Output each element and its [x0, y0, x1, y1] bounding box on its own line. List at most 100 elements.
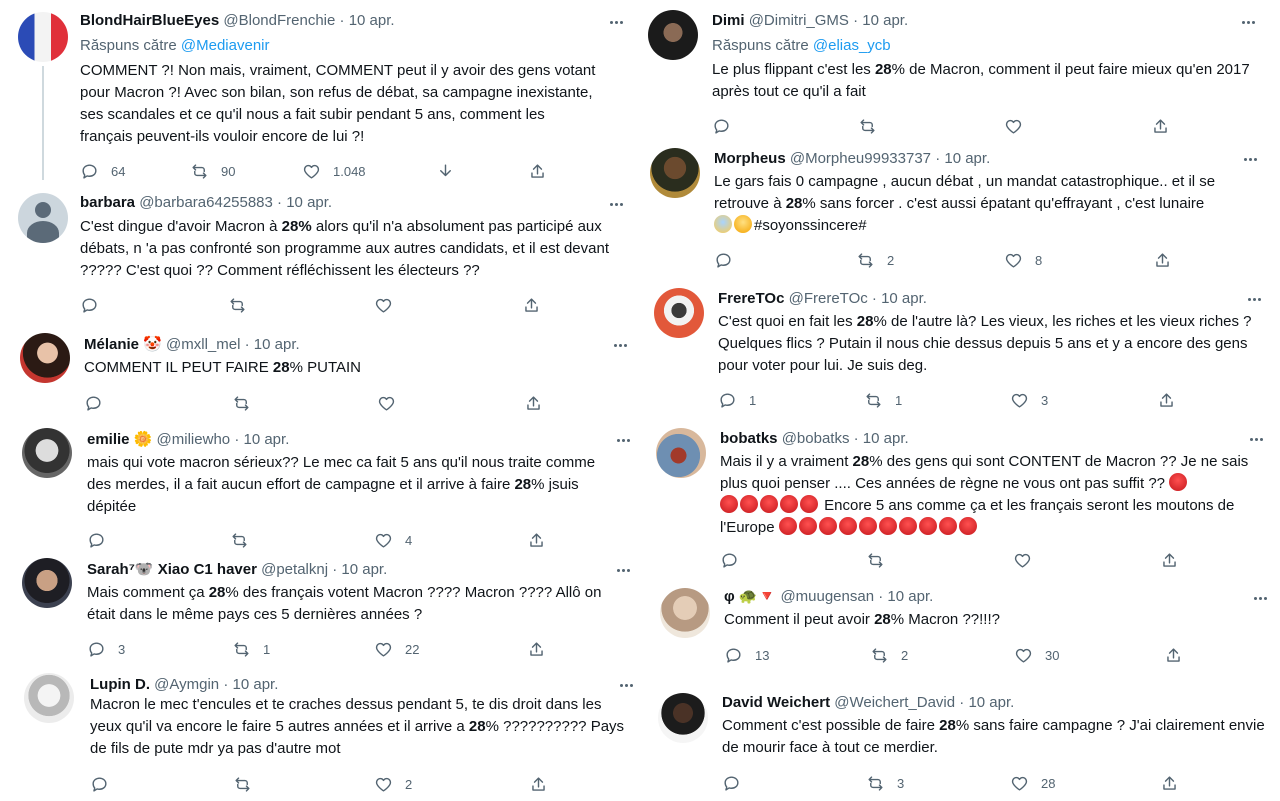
display-name[interactable]: Dimi — [712, 12, 745, 29]
download-button[interactable] — [436, 161, 455, 181]
reply-button[interactable] — [712, 116, 731, 136]
tweet-date[interactable]: 10 apr. — [341, 561, 387, 578]
share-button[interactable] — [529, 774, 548, 794]
more-options-icon[interactable] — [1238, 12, 1258, 32]
tweet-date[interactable]: 10 apr. — [881, 290, 927, 307]
tweet-date[interactable]: 10 apr. — [862, 12, 908, 29]
like-button[interactable] — [1013, 550, 1032, 570]
mention-link[interactable]: @Mediavenir — [181, 37, 270, 54]
like-button[interactable]: 22 — [374, 639, 419, 659]
more-options-icon[interactable] — [1246, 429, 1266, 449]
avatar[interactable] — [22, 558, 72, 608]
like-button[interactable]: 3 — [1010, 390, 1048, 410]
mention-link[interactable]: @elias_ycb — [813, 37, 891, 54]
retweet-button[interactable]: 1 — [864, 390, 902, 410]
share-button[interactable] — [1160, 550, 1179, 570]
share-button[interactable] — [1157, 390, 1176, 410]
like-button[interactable] — [377, 393, 396, 413]
tweet-date[interactable]: 10 apr. — [254, 336, 300, 353]
reply-button[interactable] — [84, 393, 103, 413]
avatar[interactable] — [650, 148, 700, 198]
more-options-icon[interactable] — [1244, 289, 1264, 309]
display-name[interactable]: BlondHairBlueEyes — [80, 12, 219, 29]
user-handle[interactable]: @Weichert_David — [834, 694, 955, 711]
more-options-icon[interactable] — [610, 335, 630, 355]
like-button[interactable]: 28 — [1010, 773, 1055, 793]
display-name[interactable]: φ 🐢🔻 — [724, 588, 776, 605]
user-handle[interactable]: @Aymgin — [154, 676, 219, 693]
more-options-icon[interactable] — [613, 430, 633, 450]
like-button[interactable]: 2 — [374, 774, 412, 794]
user-handle[interactable]: @FrereTOc — [789, 290, 868, 307]
share-button[interactable] — [524, 393, 543, 413]
like-button[interactable]: 8 — [1004, 250, 1042, 270]
share-button[interactable] — [527, 639, 546, 659]
retweet-button[interactable]: 2 — [870, 645, 908, 665]
user-handle[interactable]: @barbara64255883 — [139, 194, 273, 211]
reply-button[interactable]: 64 — [80, 161, 125, 181]
display-name[interactable]: David Weichert — [722, 694, 830, 711]
like-button[interactable]: 4 — [374, 530, 412, 550]
share-button[interactable] — [1153, 250, 1172, 270]
retweet-button[interactable] — [230, 530, 249, 550]
avatar[interactable] — [22, 428, 72, 478]
avatar[interactable] — [656, 428, 706, 478]
avatar[interactable] — [18, 193, 68, 243]
tweet-date[interactable]: 10 apr. — [286, 194, 332, 211]
user-handle[interactable]: @Dimitri_GMS — [749, 12, 849, 29]
user-handle[interactable]: @muugensan — [780, 588, 874, 605]
display-name[interactable]: Morpheus — [714, 150, 786, 167]
like-button[interactable]: 30 — [1014, 645, 1059, 665]
share-button[interactable] — [522, 295, 541, 315]
retweet-button[interactable]: 90 — [190, 161, 235, 181]
tweet-date[interactable]: 10 apr. — [968, 694, 1014, 711]
reply-button[interactable] — [722, 773, 741, 793]
reply-button[interactable] — [714, 250, 733, 270]
retweet-button[interactable] — [228, 295, 247, 315]
share-button[interactable] — [528, 161, 547, 181]
more-options-icon[interactable] — [616, 675, 636, 695]
reply-button[interactable] — [90, 774, 109, 794]
retweet-button[interactable]: 3 — [866, 773, 904, 793]
tweet-date[interactable]: 10 apr. — [349, 12, 395, 29]
tweet-date[interactable]: 10 apr. — [887, 588, 933, 605]
tweet-date[interactable]: 10 apr. — [944, 150, 990, 167]
tweet-date[interactable]: 10 apr. — [863, 430, 909, 447]
avatar[interactable] — [654, 288, 704, 338]
display-name[interactable]: bobatks — [720, 430, 778, 447]
retweet-button[interactable] — [858, 116, 877, 136]
more-options-icon[interactable] — [613, 560, 633, 580]
avatar[interactable] — [660, 588, 710, 638]
user-handle[interactable]: @petalknj — [261, 561, 328, 578]
tweet-date[interactable]: 10 apr. — [233, 676, 279, 693]
retweet-button[interactable] — [232, 393, 251, 413]
user-handle[interactable]: @miliewho — [157, 431, 231, 448]
user-handle[interactable]: @bobatks — [782, 430, 850, 447]
share-button[interactable] — [1164, 645, 1183, 665]
retweet-button[interactable] — [233, 774, 252, 794]
reply-button[interactable] — [720, 550, 739, 570]
share-button[interactable] — [1151, 116, 1170, 136]
reply-button[interactable]: 1 — [718, 390, 756, 410]
display-name[interactable]: Lupin D. — [90, 676, 150, 693]
avatar[interactable] — [648, 10, 698, 60]
more-options-icon[interactable] — [1240, 149, 1260, 169]
display-name[interactable]: FrereTOc — [718, 290, 784, 307]
more-options-icon[interactable] — [606, 12, 626, 32]
retweet-button[interactable]: 2 — [856, 250, 894, 270]
display-name[interactable]: emilie 🌼 — [87, 431, 152, 448]
user-handle[interactable]: @Morpheu99933737 — [790, 150, 931, 167]
share-button[interactable] — [1160, 773, 1179, 793]
more-options-icon[interactable] — [1250, 588, 1270, 608]
reply-button[interactable] — [80, 295, 99, 315]
display-name[interactable]: Sarah⁷🐨 Xiao C1 haver — [87, 561, 257, 578]
like-button[interactable]: 1.048 — [302, 161, 366, 181]
reply-button[interactable]: 3 — [87, 639, 125, 659]
more-options-icon[interactable] — [606, 194, 626, 214]
user-handle[interactable]: @BlondFrenchie — [223, 12, 335, 29]
reply-button[interactable]: 13 — [724, 645, 769, 665]
retweet-button[interactable]: 1 — [232, 639, 270, 659]
user-handle[interactable]: @mxll_mel — [166, 336, 240, 353]
display-name[interactable]: Mélanie 🤡 — [84, 336, 162, 353]
share-button[interactable] — [527, 530, 546, 550]
